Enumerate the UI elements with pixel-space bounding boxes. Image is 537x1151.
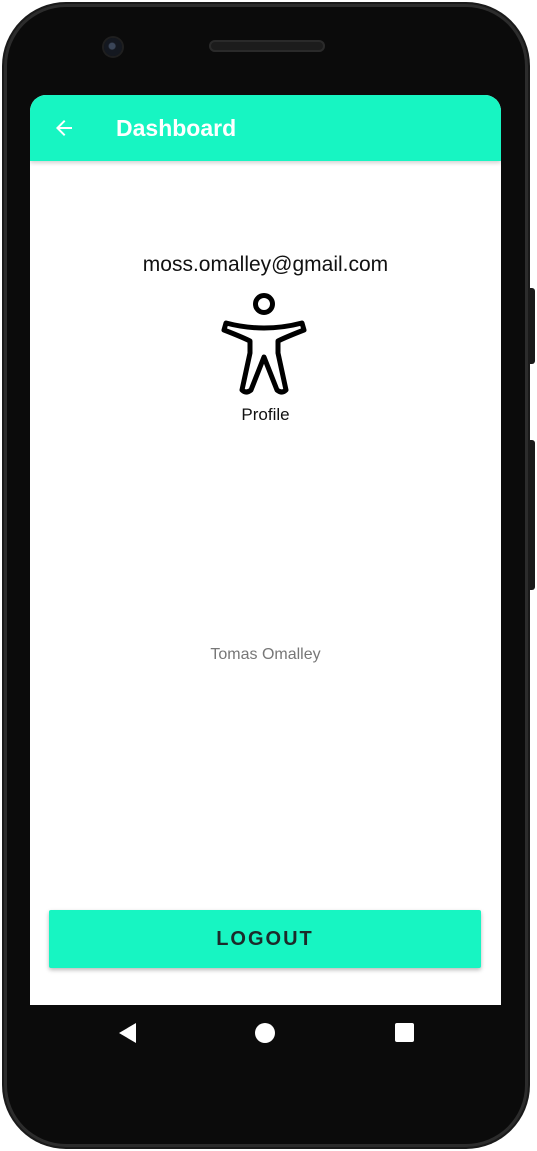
back-button[interactable] — [44, 108, 84, 148]
arrow-left-icon — [56, 120, 72, 136]
app-screen: Dashboard moss.omalley@gmail.com Profile… — [30, 95, 501, 1005]
power-button — [528, 288, 535, 364]
system-navigation-bar — [30, 1005, 501, 1061]
accessibility-person-icon — [221, 293, 307, 395]
earpiece-speaker — [209, 40, 325, 52]
app-bar: Dashboard — [30, 95, 501, 161]
phone-frame: Dashboard moss.omalley@gmail.com Profile… — [0, 0, 537, 1151]
front-camera-icon — [104, 38, 122, 56]
nav-back-triangle-icon[interactable] — [114, 1019, 142, 1047]
nav-recents-square-icon[interactable] — [391, 1019, 419, 1047]
user-full-name: Tomas Omalley — [210, 646, 321, 663]
user-email: moss.omalley@gmail.com — [142, 253, 389, 276]
page-title: Dashboard — [116, 115, 237, 141]
nav-home-circle-icon[interactable] — [251, 1019, 279, 1047]
profile-label: Profile — [241, 405, 290, 424]
volume-button — [528, 440, 535, 590]
logout-button[interactable]: LOGOUT — [49, 910, 481, 968]
